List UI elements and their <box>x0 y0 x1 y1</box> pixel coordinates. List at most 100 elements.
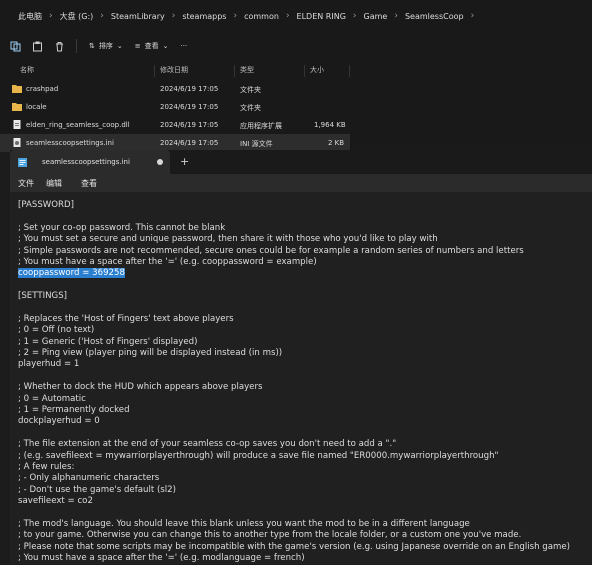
editor-line[interactable]: playerhud = 1 <box>18 359 592 370</box>
editor-line-text: playerhud = 1 <box>18 359 80 370</box>
tab-bar: seamlesscoopsettings.ini + <box>10 150 592 174</box>
column-header-modified[interactable]: 修改日期 <box>160 65 188 75</box>
file-name: locale <box>26 103 47 111</box>
editor-line[interactable]: dockplayerhud = 0 <box>18 416 592 427</box>
ini-file-icon <box>13 138 21 147</box>
editor-line[interactable] <box>18 428 592 439</box>
chevron-right-icon: › <box>285 11 290 21</box>
editor-line[interactable]: ; Whether to dock the HUD which appears … <box>18 382 592 393</box>
file-modified: 2024/6/19 17:05 <box>160 121 219 129</box>
editor-line[interactable]: [SETTINGS] <box>18 291 592 302</box>
menu-view[interactable]: 查看 <box>81 178 97 189</box>
breadcrumb-item-elden-ring[interactable]: ELDEN RING <box>292 12 351 21</box>
file-name: crashpad <box>26 85 59 93</box>
editor-line[interactable]: ; You must set a secure and unique passw… <box>18 234 592 245</box>
editor-line-text: [SETTINGS] <box>18 291 68 302</box>
editor-line-text: dockplayerhud = 0 <box>18 416 100 427</box>
chevron-right-icon: › <box>470 11 475 21</box>
breadcrumb-item-steamlibrary[interactable]: SteamLibrary <box>106 12 170 21</box>
breadcrumb-item-steamapps[interactable]: steamapps <box>177 12 231 21</box>
breadcrumb-item-seamlesscoop[interactable]: SeamlessCoop <box>400 12 469 21</box>
editor-line-text: ; You must have a space after the '=' (e… <box>18 256 317 267</box>
editor-line[interactable]: ; Simple passwords are not recommended, … <box>18 246 592 257</box>
editor-line[interactable]: ; 1 = Permanently docked <box>18 405 592 416</box>
chevron-right-icon: › <box>352 11 357 21</box>
editor-line-text: ; You must have a space after the '=' (e… <box>18 553 305 564</box>
editor-line-text: ; You must set a secure and unique passw… <box>18 234 438 245</box>
menu-bar: 文件 编辑 查看 <box>10 174 592 192</box>
editor-line[interactable]: ; Please note that some scripts may be i… <box>18 542 592 553</box>
paste-icon[interactable] <box>30 39 44 53</box>
editor-line-text: ; - Only alphanumeric characters <box>18 473 160 484</box>
editor-line[interactable]: ; Set your co-op password. This cannot b… <box>18 223 592 234</box>
editor-line[interactable]: ; - Don't use the game's default (sl2) <box>18 485 592 496</box>
file-row-crashpad[interactable]: crashpad 2024/6/19 17:05 文件夹 <box>0 80 350 98</box>
file-type: 文件夹 <box>240 86 261 94</box>
editor-line[interactable] <box>18 280 592 291</box>
view-label: 查看 <box>144 42 159 50</box>
editor-line-text: ; The mod's language. You should leave t… <box>18 518 470 529</box>
editor-line[interactable]: ; You must have a space after the '=' (e… <box>18 257 592 268</box>
menu-edit[interactable]: 编辑 <box>46 178 62 189</box>
editor-line[interactable]: ; A few rules: <box>18 462 592 473</box>
column-divider[interactable] <box>234 65 235 77</box>
editor-line[interactable] <box>18 211 592 222</box>
sort-icon: ⇅ <box>89 42 95 50</box>
editor-line[interactable] <box>18 303 592 314</box>
file-row-locale[interactable]: locale 2024/6/19 17:05 文件夹 <box>0 98 350 116</box>
chevron-right-icon: › <box>100 11 104 21</box>
toolbar-divider <box>76 39 77 53</box>
editor-line-text: ; 1 = Permanently docked <box>18 405 130 416</box>
editor-line-text: ; 0 = Automatic <box>18 393 86 404</box>
editor-line[interactable]: ; Replaces the 'Host of Fingers' text ab… <box>18 314 592 325</box>
selected-text: cooppassword = 369258 <box>18 268 125 279</box>
folder-icon <box>12 103 22 111</box>
view-button[interactable]: ≡ 查看 ⌄ <box>135 41 169 51</box>
editor-line[interactable]: savefileext = co2 <box>18 496 592 507</box>
text-editor[interactable]: [PASSWORD] ; Set your co-op password. Thi… <box>18 200 592 565</box>
editor-line[interactable]: ; 0 = Automatic <box>18 394 592 405</box>
file-row-dll[interactable]: elden_ring_seamless_coop.dll 2024/6/19 1… <box>0 116 350 134</box>
column-header-size[interactable]: 大小 <box>310 65 324 75</box>
editor-line[interactable] <box>18 371 592 382</box>
editor-line-text: ; 1 = Generic ('Host of Fingers' display… <box>18 336 198 347</box>
sort-button[interactable]: ⇅ 排序 ⌄ <box>89 41 123 51</box>
column-divider[interactable] <box>349 65 350 77</box>
column-header-type[interactable]: 类型 <box>240 65 254 75</box>
editor-line[interactable]: cooppassword = 369258 <box>18 268 592 279</box>
editor-line[interactable]: ; 1 = Generic ('Host of Fingers' display… <box>18 337 592 348</box>
column-divider[interactable] <box>304 65 305 77</box>
unsaved-indicator-icon[interactable] <box>157 159 163 165</box>
breadcrumb-item-common[interactable]: common <box>239 12 284 21</box>
editor-line[interactable]: ; - Only alphanumeric characters <box>18 473 592 484</box>
chevron-right-icon: › <box>233 11 238 21</box>
delete-icon[interactable] <box>52 39 66 53</box>
new-tab-button[interactable]: + <box>180 155 189 168</box>
menu-file[interactable]: 文件 <box>18 178 34 189</box>
chevron-down-icon: ⌄ <box>116 42 123 50</box>
file-list: crashpad 2024/6/19 17:05 文件夹 locale 2024… <box>0 80 350 152</box>
editor-line-text: ; Whether to dock the HUD which appears … <box>18 382 263 393</box>
editor-line[interactable]: ; 0 = Off (no text) <box>18 325 592 336</box>
breadcrumb-item-this-pc[interactable]: 此电脑 <box>0 11 47 22</box>
editor-line-text: ; Replaces the 'Host of Fingers' text ab… <box>18 313 234 324</box>
breadcrumb-item-game[interactable]: Game <box>359 12 393 21</box>
editor-line-text: ; Please note that some scripts may be i… <box>18 541 570 552</box>
editor-line[interactable]: [PASSWORD] <box>18 200 592 211</box>
editor-line[interactable]: ; You must have a space after the '=' (e… <box>18 553 592 564</box>
column-header-name[interactable]: 名称 <box>20 65 34 75</box>
editor-line[interactable]: ; (e.g. savefileext = mywarriorplayerthr… <box>18 451 592 462</box>
editor-line[interactable] <box>18 508 592 519</box>
copy-icon[interactable] <box>8 39 22 53</box>
dll-file-icon <box>13 120 21 129</box>
more-options-button[interactable]: ··· <box>181 42 188 50</box>
editor-line[interactable]: ; The mod's language. You should leave t… <box>18 519 592 530</box>
chevron-right-icon: › <box>394 11 398 21</box>
column-divider[interactable] <box>154 65 155 77</box>
breadcrumb-item-drive[interactable]: 大盘 (G:) <box>55 11 99 22</box>
editor-line[interactable]: ; to your game. Otherwise you can change… <box>18 530 592 541</box>
tab-title: seamlesscoopsettings.ini <box>42 158 130 166</box>
editor-line[interactable]: ; The file extension at the end of your … <box>18 439 592 450</box>
tab-seamlesscoopsettings[interactable]: seamlesscoopsettings.ini <box>10 150 170 174</box>
editor-line[interactable]: ; 2 = Ping view (player ping will be dis… <box>18 348 592 359</box>
